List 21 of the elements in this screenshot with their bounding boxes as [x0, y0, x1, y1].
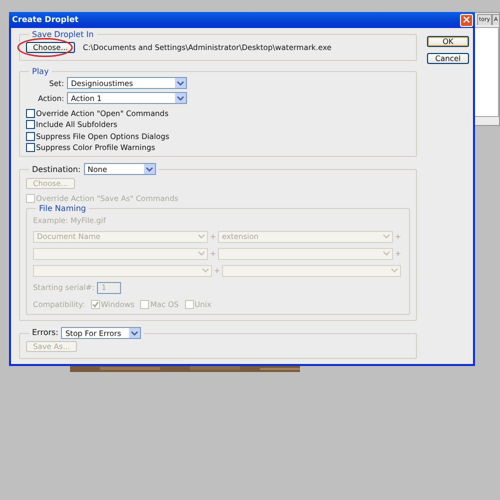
group-title: Play — [31, 66, 50, 76]
chevron-down-icon — [198, 251, 205, 256]
checkbox[interactable] — [26, 108, 35, 118]
checkbox[interactable] — [26, 143, 35, 152]
group-title: File Naming — [38, 204, 87, 214]
close-button[interactable]: × — [460, 14, 473, 26]
window-title: Create Droplet — [12, 14, 78, 26]
chevron-down-icon — [131, 330, 138, 336]
field-label: Destination: — [32, 164, 81, 174]
chevron-down-icon — [383, 234, 390, 240]
chevron-down-icon — [198, 234, 205, 240]
checkbox[interactable] — [26, 120, 35, 130]
chevron-down-icon — [391, 268, 398, 274]
chevron-down-icon — [177, 96, 184, 101]
chevron-down-icon — [177, 80, 184, 86]
checkbox[interactable] — [26, 132, 35, 141]
chevron-down-icon — [383, 251, 390, 256]
chevron-down-icon — [202, 268, 209, 274]
group-title: Save Droplet In — [31, 30, 95, 40]
chevron-down-icon — [146, 166, 153, 172]
field-label: Errors: — [32, 328, 58, 338]
